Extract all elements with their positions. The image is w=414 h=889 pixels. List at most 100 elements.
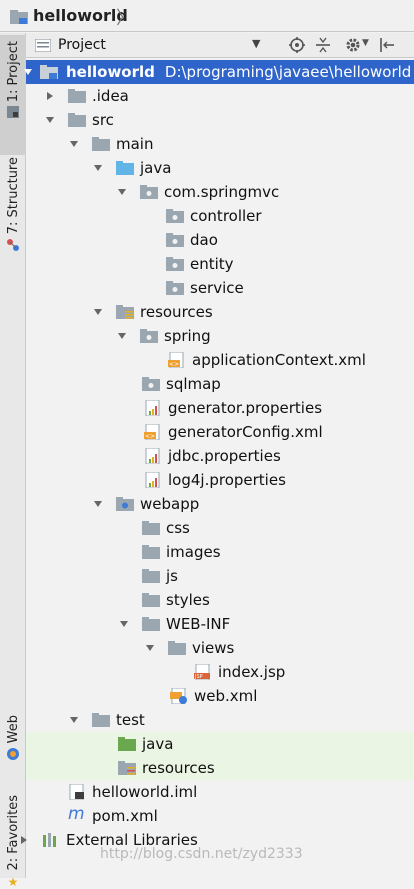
tree-label-package: com.springmvc: [164, 183, 280, 201]
root-name: helloworld: [66, 63, 155, 81]
panel-title[interactable]: Project: [58, 37, 106, 53]
tree-label-pom: pom.xml: [92, 807, 158, 825]
svg-text:<>: <>: [169, 361, 179, 368]
collapse-all-icon[interactable]: [315, 36, 331, 54]
web-folder-icon: [116, 497, 134, 511]
tree-row-appctx[interactable]: <> applicationContext.xml: [26, 348, 414, 372]
expanded-arrow-icon[interactable]: [118, 618, 130, 630]
jsp-file-icon: JSP: [194, 664, 210, 680]
web-xml-icon: [170, 688, 187, 704]
tree-row-test[interactable]: test: [26, 708, 414, 732]
tree-row-test-java[interactable]: java: [26, 732, 414, 756]
watermark: http://blog.csdn.net/zyd2333: [100, 846, 303, 862]
resources-folder-icon: [116, 305, 134, 319]
tree-row-pom[interactable]: m pom.xml: [26, 804, 414, 828]
tool-window-strip: 1: Project 7: Structure Web 2: Favorites…: [0, 33, 26, 889]
collapsed-arrow-icon[interactable]: [18, 834, 30, 846]
tree-label-test-java: java: [142, 735, 174, 753]
tree-row-css[interactable]: css: [26, 516, 414, 540]
tab-web-label: Web: [5, 715, 21, 744]
tree-row-styles[interactable]: styles: [26, 588, 414, 612]
package-icon: [142, 377, 160, 391]
expanded-arrow-icon[interactable]: [92, 162, 104, 174]
tree-row-webxml[interactable]: web.xml: [26, 684, 414, 708]
tree-label-service: service: [190, 279, 244, 297]
folder-icon: [142, 521, 160, 535]
tree-label-css: css: [166, 519, 190, 537]
tab-web[interactable]: Web: [0, 715, 26, 775]
root-path: D:\programing\javaee\helloworld: [164, 63, 412, 81]
tree-label-idea: .idea: [92, 87, 129, 105]
package-icon: [166, 257, 184, 271]
libraries-icon: [43, 833, 56, 847]
expanded-arrow-icon[interactable]: [92, 306, 104, 318]
tree-row-dao[interactable]: dao: [26, 228, 414, 252]
star-icon: ★: [7, 874, 19, 889]
expanded-arrow-icon[interactable]: [68, 714, 80, 726]
folder-icon: [68, 113, 86, 127]
tree-label-webxml: web.xml: [194, 687, 258, 705]
tree-row-jdbc[interactable]: jdbc.properties: [26, 444, 414, 468]
tree-row-views[interactable]: views: [26, 636, 414, 660]
expand-arrow-icon[interactable]: [22, 66, 34, 78]
tree-row-resources[interactable]: resources: [26, 300, 414, 324]
tab-project[interactable]: 1: Project: [0, 35, 26, 155]
tree-row-spring[interactable]: spring: [26, 324, 414, 348]
tree-row-entity[interactable]: entity: [26, 252, 414, 276]
tree-row-main[interactable]: main: [26, 132, 414, 156]
expanded-arrow-icon[interactable]: [68, 138, 80, 150]
tree-row-genconfig[interactable]: <> generatorConfig.xml: [26, 420, 414, 444]
collapsed-arrow-icon[interactable]: [44, 90, 56, 102]
tree-row-package[interactable]: com.springmvc: [26, 180, 414, 204]
tree-label-iml: helloworld.iml: [92, 783, 198, 801]
folder-icon: [92, 137, 110, 151]
tree-label-js: js: [166, 567, 178, 585]
tree-label-test-resources: resources: [142, 759, 215, 777]
expanded-arrow-icon[interactable]: [116, 330, 128, 342]
tree-row-src[interactable]: src: [26, 108, 414, 132]
svg-text:<>: <>: [145, 433, 155, 440]
tree-row-indexjsp[interactable]: JSP index.jsp: [26, 660, 414, 684]
view-dropdown-icon[interactable]: ▼: [252, 37, 260, 50]
tab-structure[interactable]: 7: Structure: [0, 153, 26, 283]
tree-label-src: src: [92, 111, 114, 129]
tree-label-genconfig: generatorConfig.xml: [168, 423, 323, 441]
tree-row-java[interactable]: java: [26, 156, 414, 180]
maven-icon: m: [68, 804, 85, 824]
tree-label-spring: spring: [164, 327, 211, 345]
tree-row-test-resources[interactable]: resources: [26, 756, 414, 780]
expanded-arrow-icon[interactable]: [144, 642, 156, 654]
test-source-folder-icon: [118, 737, 136, 751]
svg-text:JSP: JSP: [194, 674, 203, 680]
tree-row-sqlmap[interactable]: sqlmap: [26, 372, 414, 396]
tree-row-log4j[interactable]: log4j.properties: [26, 468, 414, 492]
tab-project-label: 1: Project: [5, 41, 21, 103]
tree-row-idea[interactable]: .idea: [26, 84, 414, 108]
tree-row-service[interactable]: service: [26, 276, 414, 300]
xml-file-icon: <>: [144, 424, 160, 440]
test-resources-folder-icon: [118, 761, 136, 775]
tree-row-root[interactable]: helloworld D:\programing\javaee\helloworl…: [24, 60, 414, 84]
tree-row-js[interactable]: js: [26, 564, 414, 588]
tab-favorites-label: 2: Favorites: [5, 795, 21, 871]
tree-row-controller[interactable]: controller: [26, 204, 414, 228]
hide-panel-icon[interactable]: [378, 36, 396, 54]
tree-row-images[interactable]: images: [26, 540, 414, 564]
tree-row-webapp[interactable]: webapp: [26, 492, 414, 516]
tree-label-controller: controller: [190, 207, 262, 225]
tree-label-genprops: generator.properties: [168, 399, 323, 417]
locate-icon[interactable]: [288, 36, 306, 54]
tree-row-iml[interactable]: helloworld.iml: [26, 780, 414, 804]
gear-icon[interactable]: [344, 36, 362, 54]
tree-label-test: test: [116, 711, 145, 729]
tree-row-genprops[interactable]: generator.properties: [26, 396, 414, 420]
expanded-arrow-icon[interactable]: [92, 498, 104, 510]
tree-label-jdbc: jdbc.properties: [168, 447, 281, 465]
package-icon: [140, 329, 158, 343]
expanded-arrow-icon[interactable]: [44, 114, 56, 126]
folder-icon: [142, 569, 160, 583]
tree-row-webinf[interactable]: WEB-INF: [26, 612, 414, 636]
expanded-arrow-icon[interactable]: [116, 186, 128, 198]
gear-dropdown-icon[interactable]: ▼: [362, 38, 369, 48]
breadcrumb-title[interactable]: helloworld: [33, 6, 128, 25]
